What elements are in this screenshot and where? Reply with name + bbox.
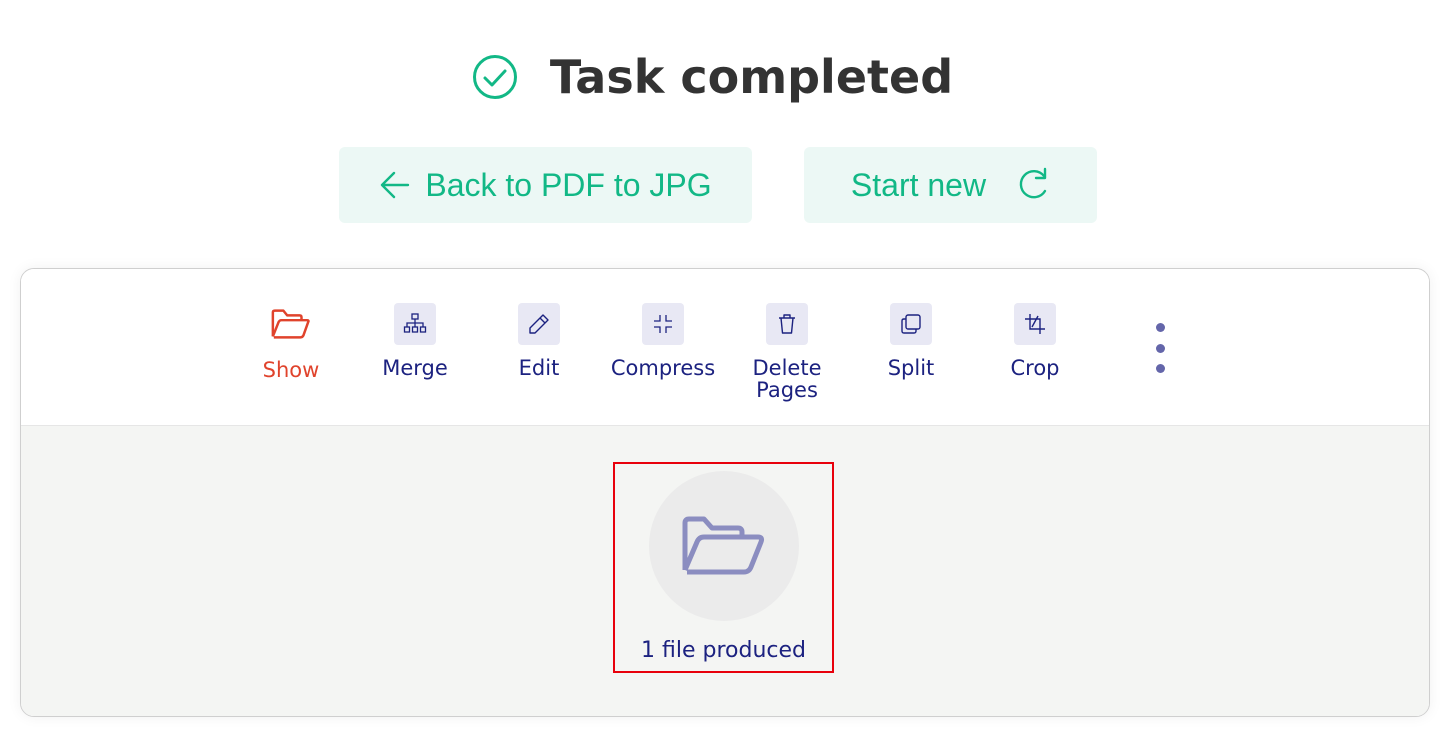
- arrow-left-icon: [381, 171, 410, 199]
- more-vertical-icon[interactable]: [1149, 323, 1171, 373]
- folder-open-icon: [682, 516, 765, 575]
- sitemap-icon: [403, 313, 427, 333]
- tool-delete-pages[interactable]: Delete Pages: [727, 303, 847, 401]
- page-header: Task completed: [0, 44, 1443, 110]
- check-circle-icon: [472, 55, 517, 99]
- back-to-tool-button[interactable]: Back to PDF to JPG: [339, 147, 752, 223]
- result-panel: Show Merge Edit Compress Delete Pages Sp…: [20, 268, 1430, 717]
- files-produced-label: 1 file produced: [641, 638, 806, 663]
- tool-label: Compress: [610, 356, 716, 380]
- copy-icon: [901, 314, 921, 334]
- trash-icon: [779, 314, 795, 334]
- start-new-button[interactable]: Start new: [804, 147, 1097, 223]
- refresh-icon: [1019, 167, 1047, 199]
- compress-icon: [654, 315, 672, 333]
- start-new-label: Start new: [850, 166, 987, 203]
- tool-label: Show: [262, 358, 320, 382]
- folder-open-icon: [271, 309, 310, 339]
- pencil-icon: [529, 314, 549, 334]
- crop-icon: [1025, 314, 1045, 334]
- tool-label: Crop: [1010, 356, 1060, 380]
- open-results-button[interactable]: [649, 471, 799, 621]
- tools-toolbar: Show Merge Edit Compress Delete Pages Sp…: [21, 269, 1429, 426]
- tool-label: Split: [887, 356, 935, 380]
- tool-label: Delete Pages: [752, 356, 822, 402]
- tool-label: Edit: [518, 356, 560, 380]
- tool-compress[interactable]: Compress: [603, 303, 723, 379]
- tool-merge[interactable]: Merge: [355, 303, 475, 379]
- tool-crop[interactable]: Crop: [975, 303, 1095, 379]
- tool-label: Merge: [382, 356, 448, 380]
- tool-show[interactable]: Show: [231, 303, 351, 381]
- tool-edit[interactable]: Edit: [479, 303, 599, 379]
- back-button-label: Back to PDF to JPG: [425, 166, 712, 203]
- results-area: 1 file produced: [21, 426, 1429, 716]
- page-title: Task completed: [549, 50, 954, 104]
- tool-split[interactable]: Split: [851, 303, 971, 379]
